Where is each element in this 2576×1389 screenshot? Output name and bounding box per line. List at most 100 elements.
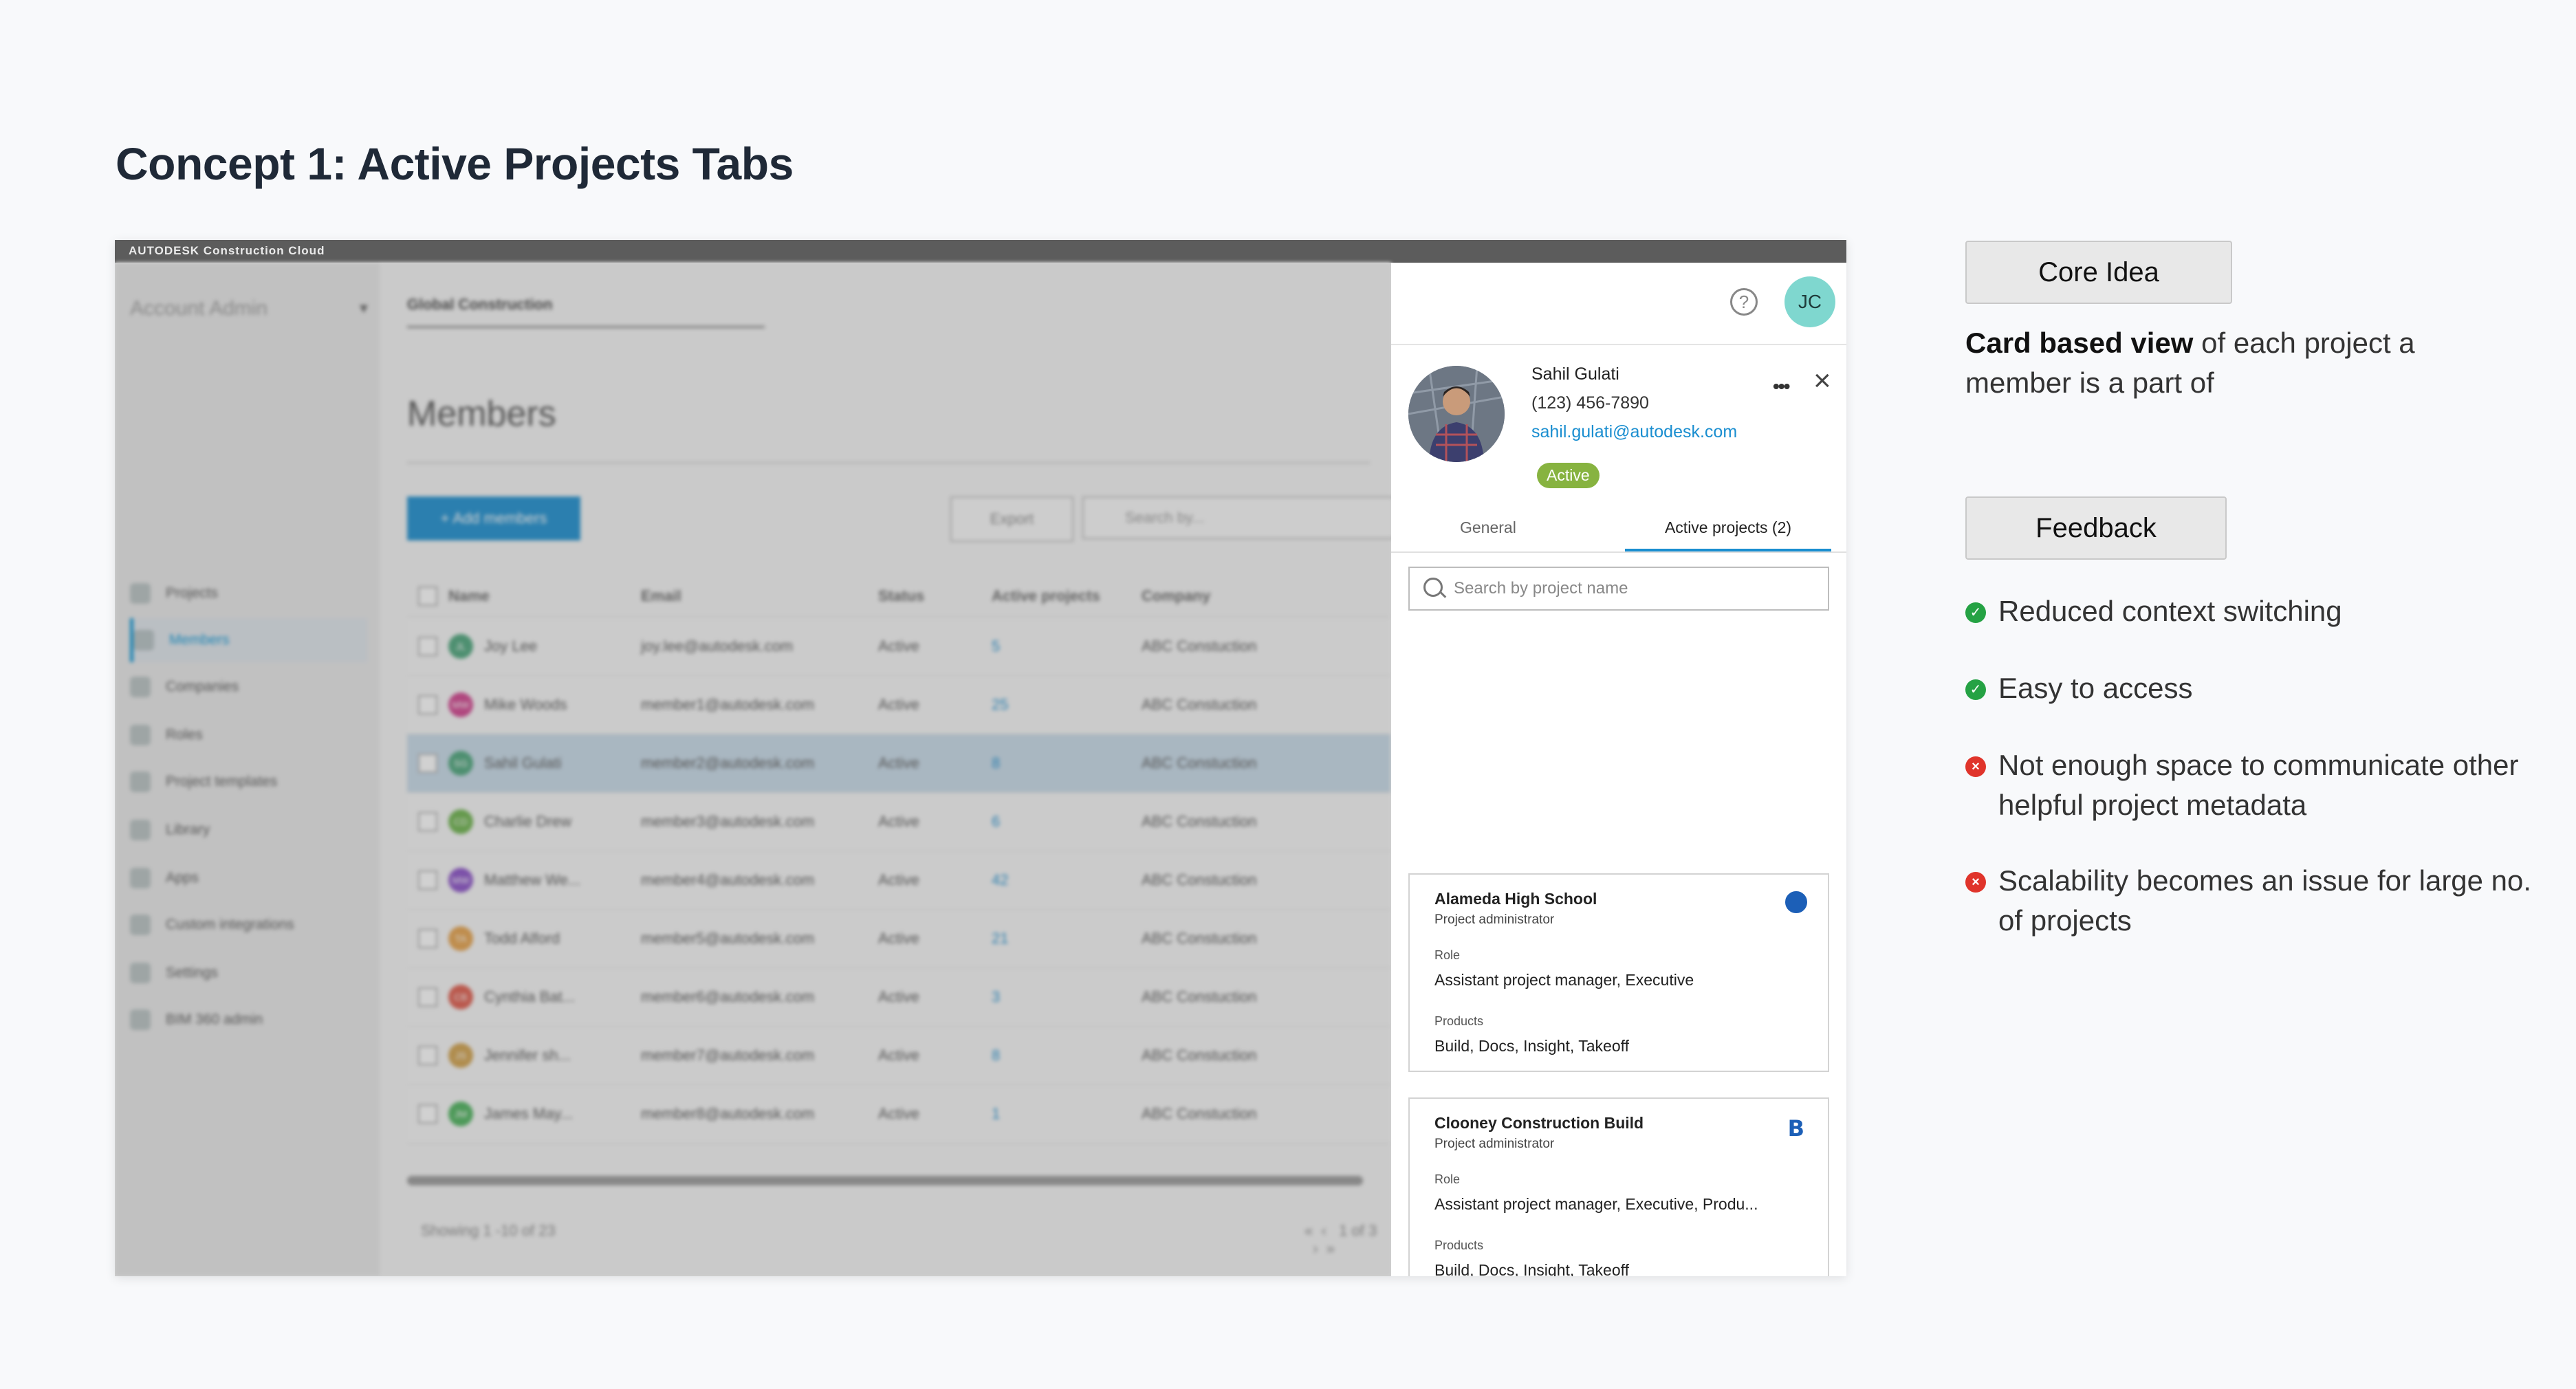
app-topbar: AUTODESK Construction Cloud: [115, 240, 1846, 263]
sidebar-item-project-templates[interactable]: Project templates: [130, 760, 364, 804]
row-checkbox[interactable]: [418, 637, 437, 656]
row-checkbox[interactable]: [418, 1046, 437, 1065]
avatar: SG: [448, 751, 473, 776]
project-card[interactable]: Alameda High School Project administrato…: [1408, 873, 1829, 1072]
col-active-projects[interactable]: Active projects: [992, 587, 1142, 605]
member-company: ABC Constuction: [1142, 754, 1257, 772]
sidebar-item-projects[interactable]: Projects: [130, 571, 364, 615]
row-checkbox[interactable]: [418, 987, 437, 1007]
chevron-down-icon[interactable]: ▼: [357, 301, 371, 317]
col-email[interactable]: Email: [641, 587, 878, 605]
active-projects-count[interactable]: 8: [992, 754, 1142, 772]
sidebar-item-label: Custom integrations: [166, 917, 294, 932]
member-name[interactable]: Sahil Gulati: [484, 754, 562, 772]
sidebar-item-library[interactable]: Library: [130, 808, 364, 852]
row-checkbox[interactable]: [418, 695, 437, 714]
ui-mockup: AUTODESK Construction Cloud Account Admi…: [115, 240, 1846, 1276]
pagination-pages[interactable]: « ‹ 1 of 3 › »: [1305, 1222, 1391, 1258]
first-page-icon[interactable]: « ‹: [1305, 1222, 1335, 1239]
active-projects-count[interactable]: 6: [992, 813, 1142, 831]
member-search-input[interactable]: Search by...: [1082, 496, 1440, 539]
row-checkbox[interactable]: [418, 871, 437, 890]
members-table: Name Email Status Active projects Compan…: [407, 576, 1390, 1144]
nav-icon: [130, 1009, 151, 1030]
member-name[interactable]: Jennifer sh...: [484, 1047, 571, 1064]
active-projects-count[interactable]: 42: [992, 871, 1142, 889]
active-projects-count[interactable]: 21: [992, 930, 1142, 948]
page-indicator: 1 of 3: [1339, 1222, 1377, 1239]
member-name[interactable]: James May...: [484, 1105, 573, 1123]
table-row[interactable]: JL Joy Lee joy.lee@autodesk.com Active 5 ABC …: [407, 617, 1390, 676]
table-row[interactable]: CB Cynthia Bat... member6@autodesk.com Acti…: [407, 968, 1390, 1027]
active-projects-count[interactable]: 25: [992, 696, 1142, 714]
member-name[interactable]: Cynthia Bat...: [484, 988, 575, 1006]
nav-icon: [130, 868, 151, 888]
add-members-button[interactable]: + Add members: [407, 496, 580, 540]
project-search-input[interactable]: Search by project name: [1408, 567, 1829, 611]
sidebar-header[interactable]: Account Admin: [130, 297, 268, 320]
table-row[interactable]: JS Jennifer sh... member7@autodesk.com Acti…: [407, 1027, 1390, 1085]
project-title[interactable]: Clooney Construction Build: [1434, 1114, 1803, 1133]
col-company[interactable]: Company: [1142, 587, 1375, 605]
col-status[interactable]: Status: [878, 587, 992, 605]
active-projects-count[interactable]: 1: [992, 1105, 1142, 1123]
horizontal-scrollbar[interactable]: [407, 1176, 1363, 1185]
col-name[interactable]: Name: [448, 587, 641, 605]
row-checkbox[interactable]: [418, 1104, 437, 1124]
table-row[interactable]: JM James May... member8@autodesk.com Active…: [407, 1085, 1390, 1144]
project-role-type: Project administrator: [1434, 1137, 1555, 1151]
row-checkbox[interactable]: [418, 929, 437, 948]
table-row[interactable]: SG Sahil Gulati member2@autodesk.com Active…: [407, 734, 1390, 793]
member-status: Active: [878, 930, 919, 947]
project-card[interactable]: B Clooney Construction Build Project adm…: [1408, 1097, 1829, 1276]
products-label: Products: [1434, 1238, 1484, 1252]
avatar: CB: [448, 985, 473, 1009]
sidebar-item-members[interactable]: Members: [130, 618, 367, 662]
feedback-text: Reduced context switching: [1998, 595, 2342, 627]
member-email: member3@autodesk.com: [641, 813, 815, 830]
sidebar-item-settings[interactable]: Settings: [130, 951, 364, 995]
next-page-icon[interactable]: › »: [1305, 1240, 1335, 1257]
table-row[interactable]: CD Charlie Drew member3@autodesk.com Active…: [407, 793, 1390, 851]
table-row[interactable]: MW Matthew We... member4@autodesk.com Activ…: [407, 851, 1390, 910]
sidebar-item-label: Members: [169, 632, 230, 648]
table-row[interactable]: MW Mike Woods member1@autodesk.com Active 25…: [407, 676, 1390, 734]
active-projects-count[interactable]: 3: [992, 988, 1142, 1006]
more-options-icon[interactable]: •••: [1773, 375, 1790, 397]
sidebar-item-label: Roles: [166, 727, 203, 743]
row-checkbox[interactable]: [418, 812, 437, 831]
export-button[interactable]: Export: [950, 496, 1073, 542]
sidebar-item-bim-360-admin[interactable]: BIM 360 admin: [130, 998, 364, 1042]
member-name[interactable]: Todd Alford: [484, 930, 560, 948]
sidebar-item-custom-integrations[interactable]: Custom integrations: [130, 903, 364, 947]
project-title[interactable]: Alameda High School: [1434, 890, 1803, 908]
member-name[interactable]: Joy Lee: [484, 637, 537, 655]
select-all-checkbox[interactable]: [418, 587, 437, 606]
pagination-showing: Showing 1 -10 of 23: [421, 1222, 556, 1239]
row-checkbox[interactable]: [418, 754, 437, 773]
sidebar-item-roles[interactable]: Roles: [130, 713, 364, 757]
help-icon[interactable]: ?: [1730, 288, 1758, 316]
user-avatar[interactable]: JC: [1784, 276, 1835, 327]
member-name[interactable]: Mike Woods: [484, 696, 567, 714]
close-icon[interactable]: ×: [1813, 366, 1831, 396]
tab-active-projects[interactable]: Active projects (2): [1625, 518, 1831, 537]
active-projects-count[interactable]: 8: [992, 1047, 1142, 1064]
feedback-tag: Feedback: [1965, 496, 2227, 560]
sidebar-item-apps[interactable]: Apps: [130, 856, 364, 900]
member-company: ABC Constuction: [1142, 813, 1257, 830]
member-email-link[interactable]: sahil.gulati@autodesk.com: [1531, 422, 1737, 442]
tab-general[interactable]: General: [1460, 518, 1516, 537]
sidebar-item-label: Settings: [166, 965, 218, 981]
member-detail-panel: ? JC Sahil Gulati (123) 456-7890 sahil.g…: [1391, 263, 1846, 1276]
table-row[interactable]: TA Todd Alford member5@autodesk.com Active 2…: [407, 910, 1390, 968]
member-name[interactable]: Matthew We...: [484, 871, 580, 889]
member-name[interactable]: Charlie Drew: [484, 813, 571, 831]
core-idea-tag: Core Idea: [1965, 241, 2232, 304]
project-selector[interactable]: Global Construction: [407, 296, 765, 328]
active-projects-count[interactable]: 5: [992, 637, 1142, 655]
app-brand: AUTODESK Construction Cloud: [129, 244, 325, 257]
feedback-item: ✓ Reduced context switching: [1965, 591, 2543, 631]
sidebar-item-companies[interactable]: Companies: [130, 665, 364, 709]
member-status: Active: [878, 637, 919, 655]
